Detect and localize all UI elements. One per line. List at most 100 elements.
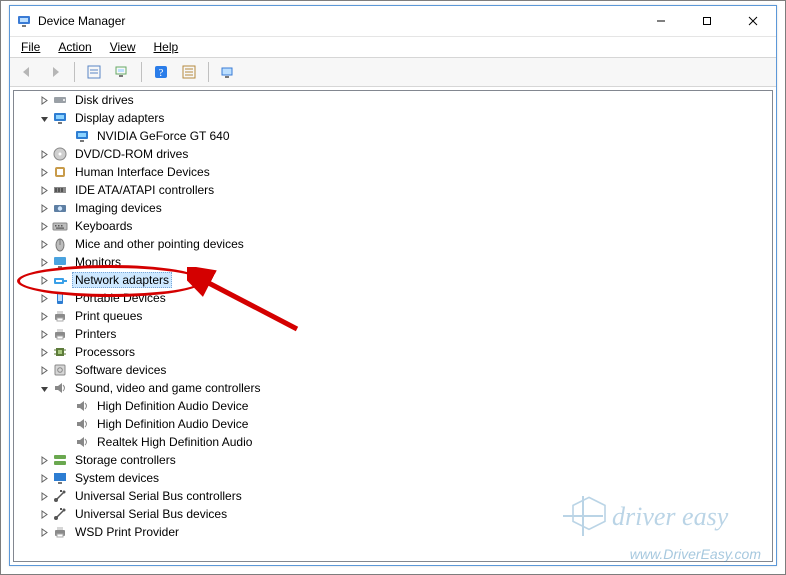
menu-action[interactable]: Action xyxy=(49,38,100,56)
expand-collapsed-icon[interactable] xyxy=(36,452,52,468)
expand-collapsed-icon[interactable] xyxy=(36,272,52,288)
expand-collapsed-icon[interactable] xyxy=(36,200,52,216)
tree-item-label: Universal Serial Bus controllers xyxy=(72,488,245,504)
tree-item[interactable]: IDE ATA/ATAPI controllers xyxy=(14,181,772,199)
disk-icon xyxy=(52,92,68,108)
tree-item[interactable]: NVIDIA GeForce GT 640 xyxy=(14,127,772,145)
tree-item-label: High Definition Audio Device xyxy=(94,398,251,414)
menu-file[interactable]: File xyxy=(12,38,49,56)
tree-item-label: High Definition Audio Device xyxy=(94,416,251,432)
system-icon xyxy=(52,470,68,486)
expand-collapsed-icon[interactable] xyxy=(36,290,52,306)
keyboard-icon xyxy=(52,218,68,234)
scan-hardware-button[interactable] xyxy=(109,59,135,85)
expand-collapsed-icon[interactable] xyxy=(36,362,52,378)
forward-button xyxy=(42,59,68,85)
tree-item-label: Portable Devices xyxy=(72,290,169,306)
dvd-icon xyxy=(52,146,68,162)
expand-collapsed-icon[interactable] xyxy=(36,92,52,108)
expand-collapsed-icon[interactable] xyxy=(36,308,52,324)
menu-view[interactable]: View xyxy=(101,38,145,56)
tree-item-label: Printers xyxy=(72,326,119,342)
tree-item-label: Mice and other pointing devices xyxy=(72,236,247,252)
expand-collapsed-icon[interactable] xyxy=(36,146,52,162)
tree-item[interactable]: Keyboards xyxy=(14,217,772,235)
tree-item[interactable]: WSD Print Provider xyxy=(14,523,772,541)
expand-collapsed-icon[interactable] xyxy=(36,488,52,504)
show-hidden-button[interactable] xyxy=(215,59,241,85)
expand-collapsed-icon[interactable] xyxy=(36,524,52,540)
tree-item-label: Processors xyxy=(72,344,138,360)
tree-item[interactable]: Human Interface Devices xyxy=(14,163,772,181)
tree-item[interactable]: Software devices xyxy=(14,361,772,379)
tree-item-label: DVD/CD-ROM drives xyxy=(72,146,191,162)
expand-collapsed-icon[interactable] xyxy=(36,344,52,360)
sound-icon xyxy=(74,416,90,432)
expand-none-icon xyxy=(58,416,74,432)
expand-collapsed-icon[interactable] xyxy=(36,236,52,252)
ide-icon xyxy=(52,182,68,198)
legacy-hardware-button[interactable] xyxy=(176,59,202,85)
usb-icon xyxy=(52,488,68,504)
tree-item[interactable]: Processors xyxy=(14,343,772,361)
menu-help[interactable]: Help xyxy=(145,38,188,56)
tree-item[interactable]: System devices xyxy=(14,469,772,487)
tree-item[interactable]: High Definition Audio Device xyxy=(14,415,772,433)
tree-item-label: Sound, video and game controllers xyxy=(72,380,263,396)
hid-icon xyxy=(52,164,68,180)
tree-item[interactable]: Universal Serial Bus controllers xyxy=(14,487,772,505)
expand-collapsed-icon[interactable] xyxy=(36,218,52,234)
minimize-button[interactable] xyxy=(638,6,684,36)
help-button[interactable]: ? xyxy=(148,59,174,85)
close-button[interactable] xyxy=(730,6,776,36)
toolbar-separator xyxy=(74,62,75,82)
tree-item[interactable]: Realtek High Definition Audio xyxy=(14,433,772,451)
tree-item-label: Software devices xyxy=(72,362,169,378)
expand-expanded-icon[interactable] xyxy=(36,380,52,396)
expand-collapsed-icon[interactable] xyxy=(36,506,52,522)
expand-collapsed-icon[interactable] xyxy=(36,254,52,270)
tree-item-label: Imaging devices xyxy=(72,200,165,216)
sound-icon xyxy=(52,380,68,396)
expand-none-icon xyxy=(58,434,74,450)
tree-item[interactable]: Printers xyxy=(14,325,772,343)
menubar: File Action View Help xyxy=(10,37,776,57)
sound-icon xyxy=(74,398,90,414)
expand-collapsed-icon[interactable] xyxy=(36,470,52,486)
tree-item[interactable]: Portable Devices xyxy=(14,289,772,307)
tree-item[interactable]: Storage controllers xyxy=(14,451,772,469)
tree-item[interactable]: Print queues xyxy=(14,307,772,325)
tree-item[interactable]: Display adapters xyxy=(14,109,772,127)
expand-collapsed-icon[interactable] xyxy=(36,164,52,180)
usb-icon xyxy=(52,506,68,522)
tree-item[interactable]: Universal Serial Bus devices xyxy=(14,505,772,523)
tree-item[interactable]: Imaging devices xyxy=(14,199,772,217)
tree-item-label: Universal Serial Bus devices xyxy=(72,506,230,522)
tree-item[interactable]: Mice and other pointing devices xyxy=(14,235,772,253)
tree-item[interactable]: Monitors xyxy=(14,253,772,271)
device-tree-pane: Disk drivesDisplay adaptersNVIDIA GeForc… xyxy=(13,90,773,562)
storage-icon xyxy=(52,452,68,468)
maximize-button[interactable] xyxy=(684,6,730,36)
tree-item[interactable]: Disk drives xyxy=(14,91,772,109)
tree-item[interactable]: DVD/CD-ROM drives xyxy=(14,145,772,163)
tree-item-label: Print queues xyxy=(72,308,145,324)
tree-item-label: Display adapters xyxy=(72,110,167,126)
device-tree[interactable]: Disk drivesDisplay adaptersNVIDIA GeForc… xyxy=(14,91,772,561)
tree-item-label: Storage controllers xyxy=(72,452,179,468)
display-icon xyxy=(74,128,90,144)
window-title: Device Manager xyxy=(38,14,125,28)
tree-item[interactable]: Network adapters xyxy=(14,271,772,289)
software-icon xyxy=(52,362,68,378)
tree-item[interactable]: High Definition Audio Device xyxy=(14,397,772,415)
expand-expanded-icon[interactable] xyxy=(36,110,52,126)
back-button xyxy=(14,59,40,85)
expand-collapsed-icon[interactable] xyxy=(36,182,52,198)
app-icon xyxy=(16,13,32,29)
tree-item-label: System devices xyxy=(72,470,162,486)
properties-button[interactable] xyxy=(81,59,107,85)
display-icon xyxy=(52,110,68,126)
tree-item[interactable]: Sound, video and game controllers xyxy=(14,379,772,397)
expand-collapsed-icon[interactable] xyxy=(36,326,52,342)
portable-icon xyxy=(52,290,68,306)
